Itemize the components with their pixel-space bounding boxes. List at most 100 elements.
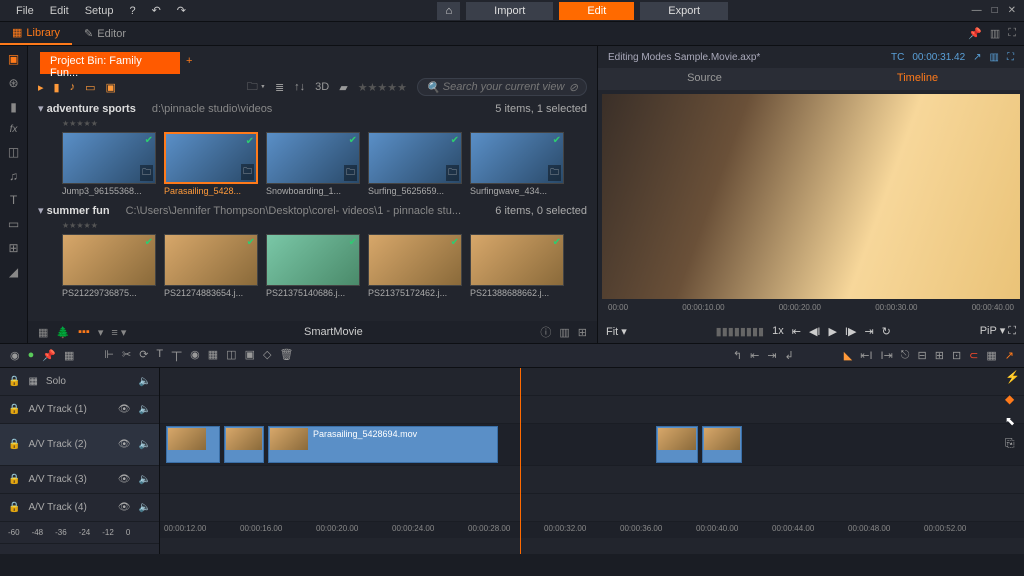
tl-ins-icon[interactable]: ⊞ xyxy=(935,349,944,362)
speed-label[interactable]: 1x xyxy=(772,325,784,337)
music-icon[interactable]: ♫ xyxy=(9,169,18,183)
mute-icon[interactable]: 🔈 xyxy=(139,376,151,387)
eye-icon[interactable]: 👁 xyxy=(118,502,131,513)
track-head-1[interactable]: 🔒A/V Track (1)👁🔈 xyxy=(0,396,159,424)
menu-edit[interactable]: Edit xyxy=(42,3,77,19)
collections-icon[interactable]: ⊛ xyxy=(8,76,18,90)
tl-pointer-icon[interactable]: ◣ xyxy=(844,349,852,362)
edge-wand-icon[interactable]: ⚡ xyxy=(1005,370,1020,384)
dual-icon[interactable]: ▥ xyxy=(990,52,999,63)
minimize-icon[interactable]: — xyxy=(972,5,982,16)
mute-icon[interactable]: 🔈 xyxy=(139,474,151,485)
track-4[interactable] xyxy=(160,494,1024,522)
bin-icon[interactable]: ▣ xyxy=(8,52,19,66)
track-solo[interactable] xyxy=(160,368,1024,396)
scene-icon[interactable]: ▥ xyxy=(559,326,569,339)
close-icon[interactable]: ✕ xyxy=(1008,5,1016,16)
pip-button[interactable]: PiP xyxy=(980,325,997,337)
rating-stars[interactable]: ★★★★★ xyxy=(28,119,597,130)
view-tree-icon[interactable]: 🌲 xyxy=(56,326,70,339)
filter-video-icon[interactable]: ▮ xyxy=(54,81,60,94)
timeline-clip[interactable] xyxy=(224,426,264,463)
clip-thumb[interactable]: ✔🗀Parasailing_5428... xyxy=(164,132,258,196)
tl-goin-icon[interactable]: ⇤I xyxy=(860,349,872,362)
tl-3d-icon[interactable]: 丅 xyxy=(171,348,182,364)
clear-search-icon[interactable]: ⊘ xyxy=(569,81,578,94)
mute-icon[interactable]: 🔈 xyxy=(139,439,151,450)
mark-out-icon[interactable]: ⇥ xyxy=(864,325,873,338)
timeline-clip[interactable] xyxy=(166,426,220,463)
folder-icon[interactable]: 🗀 ▾ xyxy=(247,78,265,97)
lock-icon[interactable]: 🔒 xyxy=(8,502,20,513)
tl-top-icon[interactable]: ↰ xyxy=(733,349,742,362)
menu-setup[interactable]: Setup xyxy=(77,3,122,19)
tag-icon[interactable]: ▰ xyxy=(339,81,347,94)
group-header-2[interactable]: ▾ summer fun C:\Users\Jennifer Thompson\… xyxy=(28,200,597,221)
menu-file[interactable]: File xyxy=(8,3,42,19)
clip-thumb[interactable]: ✔🗀Jump3_96155368... xyxy=(62,132,156,196)
step-fwd-icon[interactable]: I▶ xyxy=(845,325,857,338)
collapse-icon[interactable]: ▾ xyxy=(38,204,44,217)
eye-icon[interactable]: 👁 xyxy=(118,439,131,450)
edge-marker-icon[interactable]: ◆ xyxy=(1005,392,1020,406)
add-bin-icon[interactable]: + xyxy=(186,55,192,67)
track-head-3[interactable]: 🔒A/V Track (3)👁🔈 xyxy=(0,466,159,494)
track-2[interactable]: Parasailing_5428694.mov xyxy=(160,424,1024,466)
timeline-clip[interactable]: Parasailing_5428694.mov xyxy=(268,426,498,463)
view-thumb-icon[interactable]: ▦ xyxy=(38,326,48,339)
montage-icon[interactable]: ⊞ xyxy=(8,241,18,255)
mute-icon[interactable]: 🔈 xyxy=(139,502,151,513)
info-icon[interactable]: ⓘ xyxy=(540,324,551,340)
filter-audio-icon[interactable]: ♪ xyxy=(70,81,76,93)
tl-link-icon[interactable]: ⎋ xyxy=(901,349,910,362)
full-icon[interactable]: ⛶ xyxy=(1008,325,1016,337)
tl-bot-icon[interactable]: ↲ xyxy=(785,349,794,362)
undo-icon[interactable]: ↶ xyxy=(144,2,169,19)
tl-title-icon[interactable]: T xyxy=(156,348,163,364)
eye-icon[interactable]: 👁 xyxy=(118,404,131,415)
tl-marker-icon[interactable]: ◉ xyxy=(10,349,20,362)
tab-editor[interactable]: ✎ Editor xyxy=(72,23,138,44)
tab-timeline[interactable]: Timeline xyxy=(811,68,1024,90)
playhead[interactable] xyxy=(520,368,521,554)
filter-all-icon[interactable]: ▸ xyxy=(38,81,44,94)
project-bin-tab[interactable]: Project Bin: Family Fun... xyxy=(40,52,180,74)
tl-in-icon[interactable]: ⇤ xyxy=(750,349,759,362)
timeline-clip[interactable] xyxy=(656,426,698,463)
maximize-icon[interactable]: □ xyxy=(992,5,998,16)
tl-goout-icon[interactable]: I⇥ xyxy=(881,349,893,362)
sort-icon[interactable]: ≣ xyxy=(275,81,284,94)
preview-timeruler[interactable]: 00:0000:00:10.0000:00:20.0000:00:30.0000… xyxy=(598,303,1024,319)
loop-icon[interactable]: ↻ xyxy=(882,325,891,338)
filter-photo-icon[interactable]: ▭ xyxy=(85,81,95,94)
tl-opts-icon[interactable]: ↗ xyxy=(1005,349,1014,362)
lock-icon[interactable]: 🔒 xyxy=(8,439,20,450)
redo-icon[interactable]: ↷ xyxy=(169,2,194,19)
track-area[interactable]: Parasailing_5428694.mov 00:00:12.00 00:0… xyxy=(160,368,1024,554)
step-back-icon[interactable]: ◀I xyxy=(809,325,821,338)
search-input[interactable]: 🔍 Search your current view ⊘ xyxy=(417,78,587,96)
clip-thumb[interactable]: ✔PS21229736875... xyxy=(62,234,156,298)
tl-del-icon[interactable]: 🗑 xyxy=(279,348,293,364)
audio-icon[interactable]: ◢ xyxy=(9,265,18,279)
edge-copy-icon[interactable]: ⎘ xyxy=(1005,436,1020,451)
track-1[interactable] xyxy=(160,396,1024,424)
tl-mode-icon[interactable]: ▦ xyxy=(986,349,996,362)
lock-icon[interactable]: 🔒 xyxy=(8,376,20,387)
clip-thumb[interactable]: ✔🗀Surfingwave_434... xyxy=(470,132,564,196)
track-head-4[interactable]: 🔒A/V Track (4)👁🔈 xyxy=(0,494,159,522)
3d-toggle[interactable]: 3D xyxy=(315,81,329,93)
timecode-display[interactable]: 00:00:31.42 xyxy=(912,52,965,63)
tl-pin-icon[interactable]: 📌 xyxy=(42,349,56,362)
clip-thumb[interactable]: ✔🗀Surfing_5625659... xyxy=(368,132,462,196)
clip-thumb[interactable]: ✔PS21274883654.j... xyxy=(164,234,258,298)
thumb-size-icon[interactable]: ▾ xyxy=(98,326,104,339)
lock-icon[interactable]: 🔒 xyxy=(8,404,20,415)
tl-green-icon[interactable]: ● xyxy=(28,349,35,362)
track-head-solo[interactable]: 🔒▦Solo🔈 xyxy=(0,368,159,396)
track-3[interactable] xyxy=(160,466,1024,494)
solo-icon[interactable]: ▦ xyxy=(28,376,37,387)
popout-icon[interactable]: ↗ xyxy=(973,52,981,63)
transitions-icon[interactable]: ◫ xyxy=(8,145,19,159)
time-ruler[interactable]: 00:00:12.00 00:00:16.00 00:00:20.00 00:0… xyxy=(160,522,1024,538)
